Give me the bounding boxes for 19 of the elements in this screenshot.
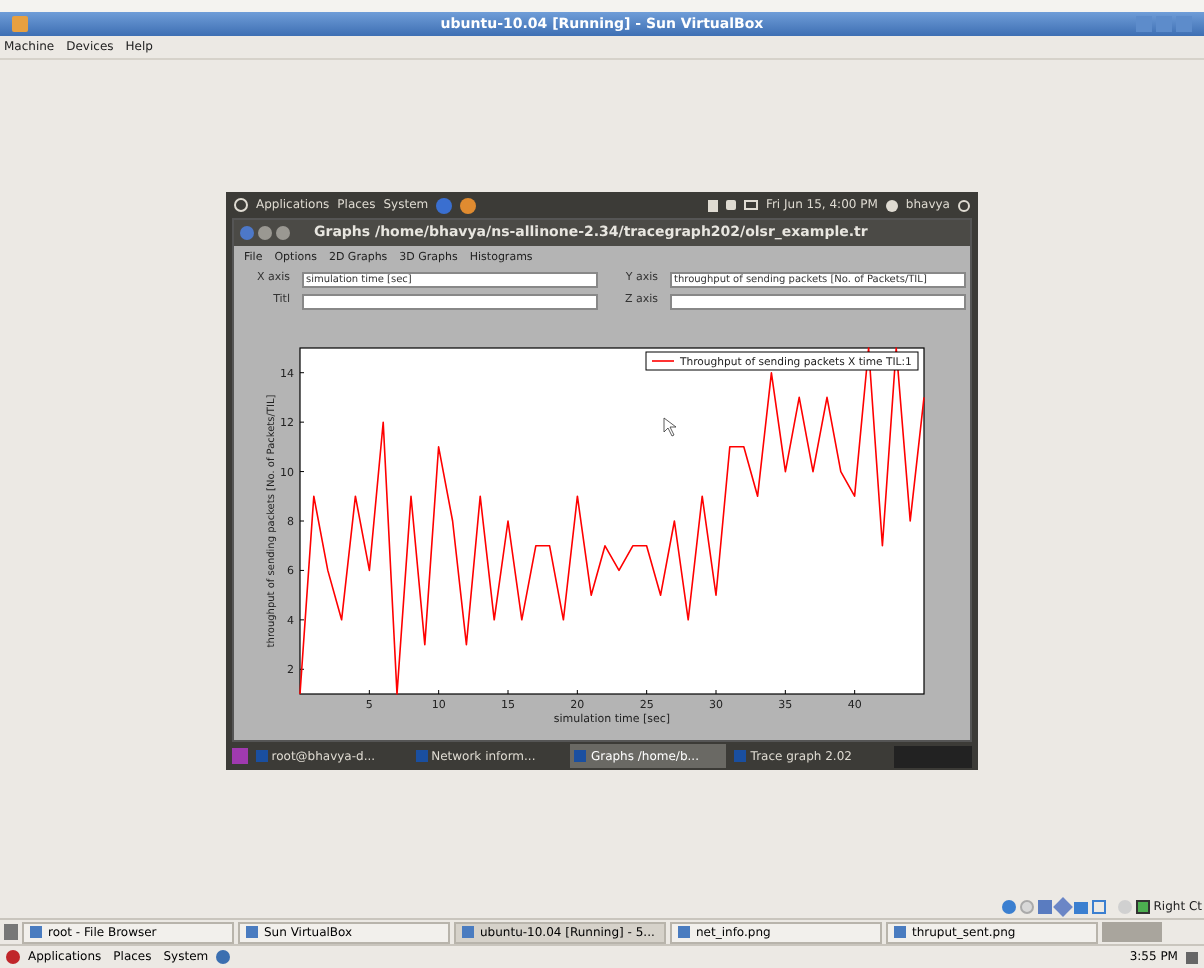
window-icon [894,926,906,938]
window-icon [246,926,258,938]
mouse-cursor-icon [663,417,677,437]
workspace-switcher[interactable] [1102,922,1162,942]
app-icon [12,16,28,32]
close-button[interactable] [240,226,254,241]
window-icon [415,750,428,763]
workspace-switcher[interactable] [894,745,972,768]
window-icon [734,750,747,763]
input-field[interactable] [302,293,598,310]
input-field[interactable] [670,293,966,310]
window-icon [462,926,474,938]
maximize-button[interactable] [276,226,290,241]
window-icon [255,750,268,763]
window-icon [574,750,587,763]
minimize-button[interactable] [258,226,272,241]
window-icon [678,926,690,938]
window-icon [30,926,42,938]
show-desktop-icon[interactable] [232,748,248,765]
